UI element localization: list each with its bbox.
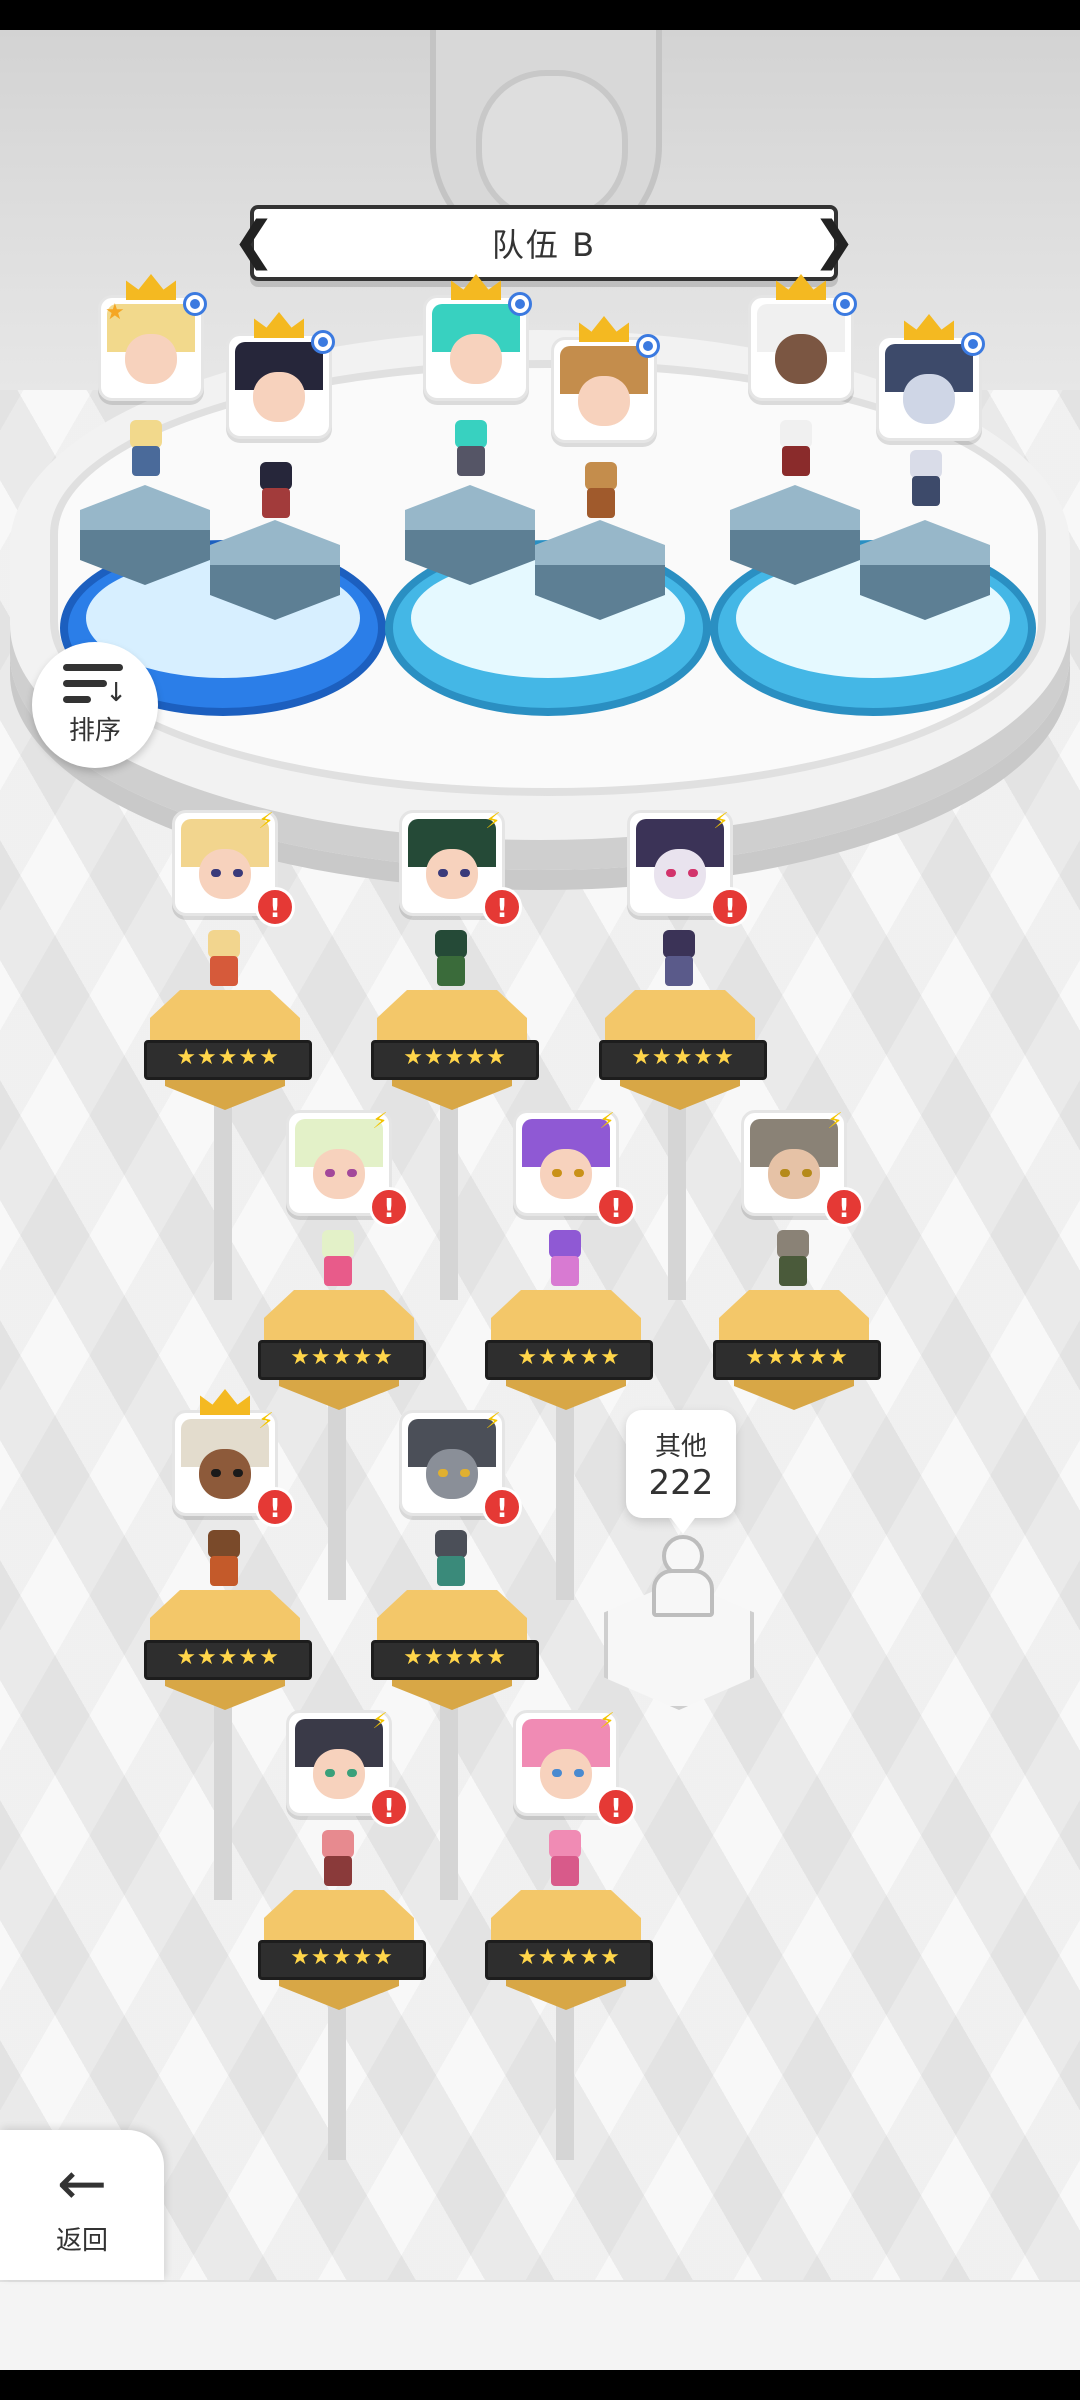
team-badge-icon [636, 334, 660, 358]
hero-portrait: ⚡ ! [627, 809, 750, 927]
bottom-strip [0, 2280, 1080, 2372]
team-sprite-6[interactable] [902, 450, 950, 514]
hero-portrait: ⚡ ! [399, 1409, 522, 1527]
placeholder-hero-icon [648, 1535, 714, 1617]
bolt-icon: ⚡ [258, 809, 274, 834]
star-rating: ★★★★★ [144, 1640, 312, 1680]
team-sprite-5[interactable] [772, 420, 820, 484]
alert-icon: ! [255, 1487, 295, 1527]
team-portrait-5[interactable] [748, 274, 857, 401]
team-badge-icon [183, 292, 207, 316]
star-rating: ★★★★★ [599, 1040, 767, 1080]
hero-portrait: ⚡ ! [172, 809, 295, 927]
star-rating: ★★★★★ [371, 1040, 539, 1080]
others-count: 222 [648, 1462, 714, 1503]
leader-star-icon: ★ [105, 300, 125, 325]
alert-icon: ! [824, 1187, 864, 1227]
star-rating: ★★★★★ [713, 1340, 881, 1380]
arrow-left-icon: ← [56, 2148, 108, 2219]
team-badge-icon [311, 330, 335, 354]
hero-portrait: ⚡ ! [399, 809, 522, 927]
hero-sprite [200, 1530, 248, 1594]
hero-sprite [427, 930, 475, 994]
bolt-icon: ⚡ [258, 1409, 274, 1434]
hero-sprite [769, 1230, 817, 1294]
team-portrait-6[interactable] [876, 314, 985, 441]
team-sprite-1[interactable] [122, 420, 170, 484]
team-sprite-4[interactable] [577, 462, 625, 526]
team-badge-icon [833, 292, 857, 316]
next-team-icon[interactable]: ❯ [812, 215, 856, 267]
star-rating: ★★★★★ [485, 1940, 653, 1980]
hero-sprite [314, 1230, 362, 1294]
hero-sprite [427, 1530, 475, 1594]
hero-sprite [314, 1830, 362, 1894]
others-bubble[interactable]: 其他 222 [626, 1410, 736, 1534]
star-rating: ★★★★★ [485, 1340, 653, 1380]
alert-icon: ! [369, 1187, 409, 1227]
hero-sprite [200, 930, 248, 994]
star-rating: ★★★★★ [258, 1340, 426, 1380]
hero-sprite [541, 1230, 589, 1294]
team-sprite-3[interactable] [447, 420, 495, 484]
hero-portrait: ⚡ ! [286, 1109, 409, 1227]
bolt-icon: ⚡ [485, 809, 501, 834]
alert-icon: ! [596, 1787, 636, 1827]
star-rating: ★★★★★ [371, 1640, 539, 1680]
others-label: 其他 [654, 1431, 707, 1462]
hero-portrait: ⚡ ! [513, 1109, 636, 1227]
alert-icon: ! [369, 1787, 409, 1827]
team-portrait-3[interactable] [423, 274, 532, 401]
hero-sprite [541, 1830, 589, 1894]
star-rating: ★★★★★ [144, 1040, 312, 1080]
team-portrait-2[interactable] [226, 312, 335, 439]
prev-team-icon[interactable]: ❮ [232, 215, 276, 267]
team-title: 队伍 B [491, 226, 597, 264]
bolt-icon: ⚡ [713, 809, 729, 834]
bolt-icon: ⚡ [372, 1709, 388, 1734]
hero-portrait: ⚡ ! [513, 1709, 636, 1827]
team-badge-icon [508, 292, 532, 316]
alert-icon: ! [482, 887, 522, 927]
navigation-bar [0, 2370, 1080, 2400]
hero-portrait: ⚡ ! [172, 1389, 295, 1527]
alert-icon: ! [255, 887, 295, 927]
team-sprite-2[interactable] [252, 462, 300, 526]
team-portrait-4[interactable] [551, 316, 660, 443]
bolt-icon: ⚡ [485, 1409, 501, 1434]
back-label: 返回 [55, 2225, 108, 2256]
team-badge-icon [961, 332, 985, 356]
hero-portrait: ⚡ ! [286, 1709, 409, 1827]
sort-button[interactable]: ↓ 排序 [32, 642, 158, 768]
hero-portrait: ⚡ ! [741, 1109, 864, 1227]
alert-icon: ! [482, 1487, 522, 1527]
bolt-icon: ⚡ [599, 1709, 615, 1734]
bolt-icon: ⚡ [372, 1109, 388, 1134]
alert-icon: ! [596, 1187, 636, 1227]
alert-icon: ! [710, 887, 750, 927]
back-button[interactable]: ← 返回 [0, 2130, 164, 2280]
sort-label: 排序 [68, 715, 121, 746]
hero-sprite [655, 930, 703, 994]
bolt-icon: ⚡ [827, 1109, 843, 1134]
team-portrait-1[interactable]: ★ [98, 274, 207, 401]
bolt-icon: ⚡ [599, 1109, 615, 1134]
sort-icon: ↓ [63, 663, 127, 706]
star-rating: ★★★★★ [258, 1940, 426, 1980]
team-title-banner: ❮ 队伍 B ❯ [232, 205, 856, 281]
status-bar [0, 0, 1080, 30]
